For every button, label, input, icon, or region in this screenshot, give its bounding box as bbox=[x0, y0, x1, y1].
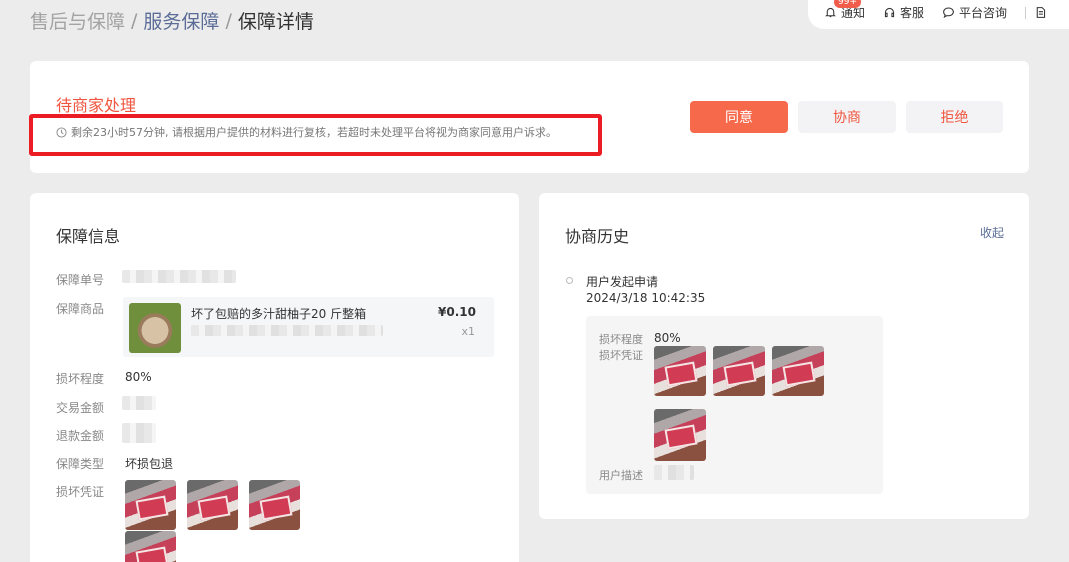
collapse-link[interactable]: 收起 bbox=[980, 224, 1004, 241]
platform-consult-label: 平台咨询 bbox=[959, 6, 1008, 20]
negotiate-button[interactable]: 协商 bbox=[798, 101, 896, 133]
highlight-annotation-box bbox=[29, 114, 602, 156]
evidence-image[interactable] bbox=[654, 346, 706, 396]
refund-amount-redacted bbox=[122, 423, 156, 443]
toolbar-divider bbox=[1025, 6, 1027, 19]
product-item[interactable]: 坏了包赔的多汁甜柚子20 斤整箱 ¥0.10 x1 bbox=[123, 297, 494, 357]
breadcrumb-root[interactable]: 售后与保障 bbox=[30, 7, 125, 34]
status-title: 待商家处理 bbox=[56, 96, 137, 115]
order-no-value-redacted bbox=[122, 270, 236, 283]
evidence-image[interactable] bbox=[713, 346, 765, 396]
product-label: 保障商品 bbox=[56, 302, 105, 316]
guarantee-type-value: 坏损包退 bbox=[125, 457, 174, 471]
reject-button[interactable]: 拒绝 bbox=[906, 101, 1003, 133]
notification-button[interactable]: 99+ 通知 bbox=[824, 0, 865, 21]
evidence-image[interactable] bbox=[187, 480, 238, 530]
evidence-image[interactable] bbox=[772, 346, 824, 396]
user-description-label: 用户描述 bbox=[599, 469, 643, 482]
timeline-time: 2024/3/18 10:42:35 bbox=[586, 291, 706, 305]
user-description-redacted bbox=[654, 465, 694, 480]
damage-evidence-label: 损坏凭证 bbox=[56, 485, 105, 499]
order-no-label: 保障单号 bbox=[56, 273, 105, 287]
breadcrumb: 售后与保障 / 服务保障 / 保障详情 bbox=[30, 7, 314, 34]
negotiation-history-card: 协商历史 收起 用户发起申请 2024/3/18 10:42:35 损坏程度 8… bbox=[539, 193, 1029, 519]
customer-service-label: 客服 bbox=[900, 6, 925, 20]
chat-bubble-icon bbox=[943, 7, 954, 19]
breadcrumb-link-service[interactable]: 服务保障 bbox=[143, 7, 219, 34]
customer-service-button[interactable]: 客服 bbox=[883, 4, 924, 21]
negotiation-history-title: 协商历史 bbox=[565, 227, 630, 246]
timeline-dot bbox=[566, 277, 573, 284]
product-name: 坏了包赔的多汁甜柚子20 斤整箱 bbox=[191, 307, 367, 321]
platform-consult-button[interactable]: 平台咨询 bbox=[942, 4, 1007, 21]
bell-icon bbox=[825, 7, 836, 18]
guarantee-type-label: 保障类型 bbox=[56, 457, 105, 471]
product-quantity: x1 bbox=[461, 325, 475, 338]
agree-button[interactable]: 同意 bbox=[690, 101, 788, 133]
timeline-detail-box: 损坏程度 80% 损坏凭证 用户描述 bbox=[586, 316, 883, 494]
guarantee-info-title: 保障信息 bbox=[56, 227, 121, 246]
timeline-event: 用户发起申请 bbox=[586, 275, 659, 289]
notification-badge: 99+ bbox=[834, 0, 861, 8]
product-thumbnail bbox=[129, 303, 181, 353]
document-icon[interactable] bbox=[1034, 6, 1047, 19]
history-evidence-label: 损坏凭证 bbox=[599, 349, 643, 362]
trade-amount-redacted bbox=[122, 396, 156, 410]
headset-icon bbox=[884, 7, 895, 18]
guarantee-info-card: 保障信息 保障单号 保障商品 坏了包赔的多汁甜柚子20 斤整箱 ¥0.10 x1… bbox=[30, 193, 519, 562]
history-damage-label: 损坏程度 bbox=[599, 333, 643, 346]
evidence-image[interactable] bbox=[125, 531, 176, 562]
top-toolbar: 99+ 通知 客服 平台咨询 bbox=[808, 0, 1069, 29]
evidence-image[interactable] bbox=[654, 409, 706, 461]
damage-level-value: 80% bbox=[125, 370, 152, 384]
breadcrumb-separator: / bbox=[225, 9, 232, 32]
evidence-image[interactable] bbox=[125, 480, 176, 530]
page-title: 保障详情 bbox=[237, 11, 314, 33]
product-price: ¥0.10 bbox=[438, 305, 476, 319]
damage-level-label: 损坏程度 bbox=[56, 372, 105, 386]
breadcrumb-separator: / bbox=[131, 9, 138, 32]
history-damage-value: 80% bbox=[654, 331, 681, 345]
refund-amount-label: 退款金额 bbox=[56, 429, 105, 443]
trade-amount-label: 交易金额 bbox=[56, 401, 105, 415]
product-spec-redacted bbox=[191, 325, 383, 336]
evidence-image[interactable] bbox=[249, 480, 300, 530]
